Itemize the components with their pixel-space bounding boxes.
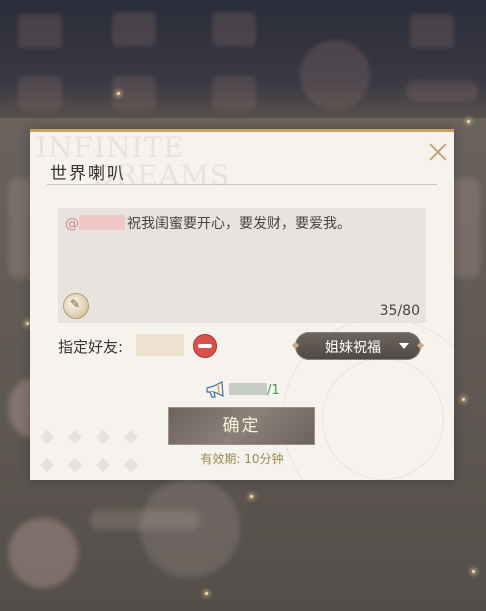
selected-friend	[136, 334, 184, 356]
mentioned-friend-name	[79, 215, 125, 230]
message-text: @ 祝我闺蜜要开心，要发财，要爱我。	[65, 214, 351, 234]
friend-label: 指定好友:	[58, 338, 124, 356]
at-symbol: @	[65, 216, 79, 232]
sparkle	[467, 120, 470, 123]
message-body: 祝我闺蜜要开心，要发财，要爱我。	[127, 216, 351, 232]
background-card	[450, 178, 480, 278]
background-tile	[212, 12, 256, 46]
background-tile	[410, 14, 454, 48]
world-horn-dialog: INFINITE DREAMS 世界喇叭 @祝我闺蜜要开心，要发财，要爱我。 3…	[30, 129, 454, 480]
remove-icon[interactable]	[193, 334, 217, 358]
char-count: 35/80	[379, 303, 420, 319]
horn-count: /1	[229, 383, 280, 398]
title-divider	[47, 184, 437, 185]
blessing-type-dropdown[interactable]: 姐妹祝福	[295, 332, 421, 360]
horn-count-owned	[229, 383, 267, 395]
background-avatar	[140, 478, 240, 578]
sparkle	[117, 92, 120, 95]
background-avatar	[300, 40, 370, 110]
dropdown-selected-label: 姐妹祝福	[325, 340, 381, 356]
emoji-icon[interactable]	[63, 293, 89, 319]
dropdown-arrow-icon	[399, 343, 409, 349]
background-top-area	[0, 0, 486, 118]
background-tile	[112, 12, 156, 46]
horn-count-required: /1	[267, 383, 280, 398]
dialog-watermark: INFINITE	[36, 131, 185, 164]
sparkle	[462, 398, 465, 401]
background-tile	[18, 14, 62, 48]
sparkle	[205, 592, 208, 595]
dialog-title: 世界喇叭	[50, 164, 126, 184]
background-tile	[212, 76, 256, 110]
background-tile	[406, 80, 478, 102]
sparkle	[472, 570, 475, 573]
validity-text: 有效期: 10分钟	[200, 452, 284, 466]
horn-icon	[206, 381, 224, 398]
sparkle	[26, 322, 29, 325]
confirm-button[interactable]: 确定	[168, 407, 315, 445]
background-avatar	[8, 518, 78, 588]
close-icon[interactable]	[426, 140, 450, 164]
background-tile	[18, 76, 62, 110]
sparkle	[250, 495, 253, 498]
message-input[interactable]: @ 祝我闺蜜要开心，要发财，要爱我。 35/80	[58, 208, 426, 323]
